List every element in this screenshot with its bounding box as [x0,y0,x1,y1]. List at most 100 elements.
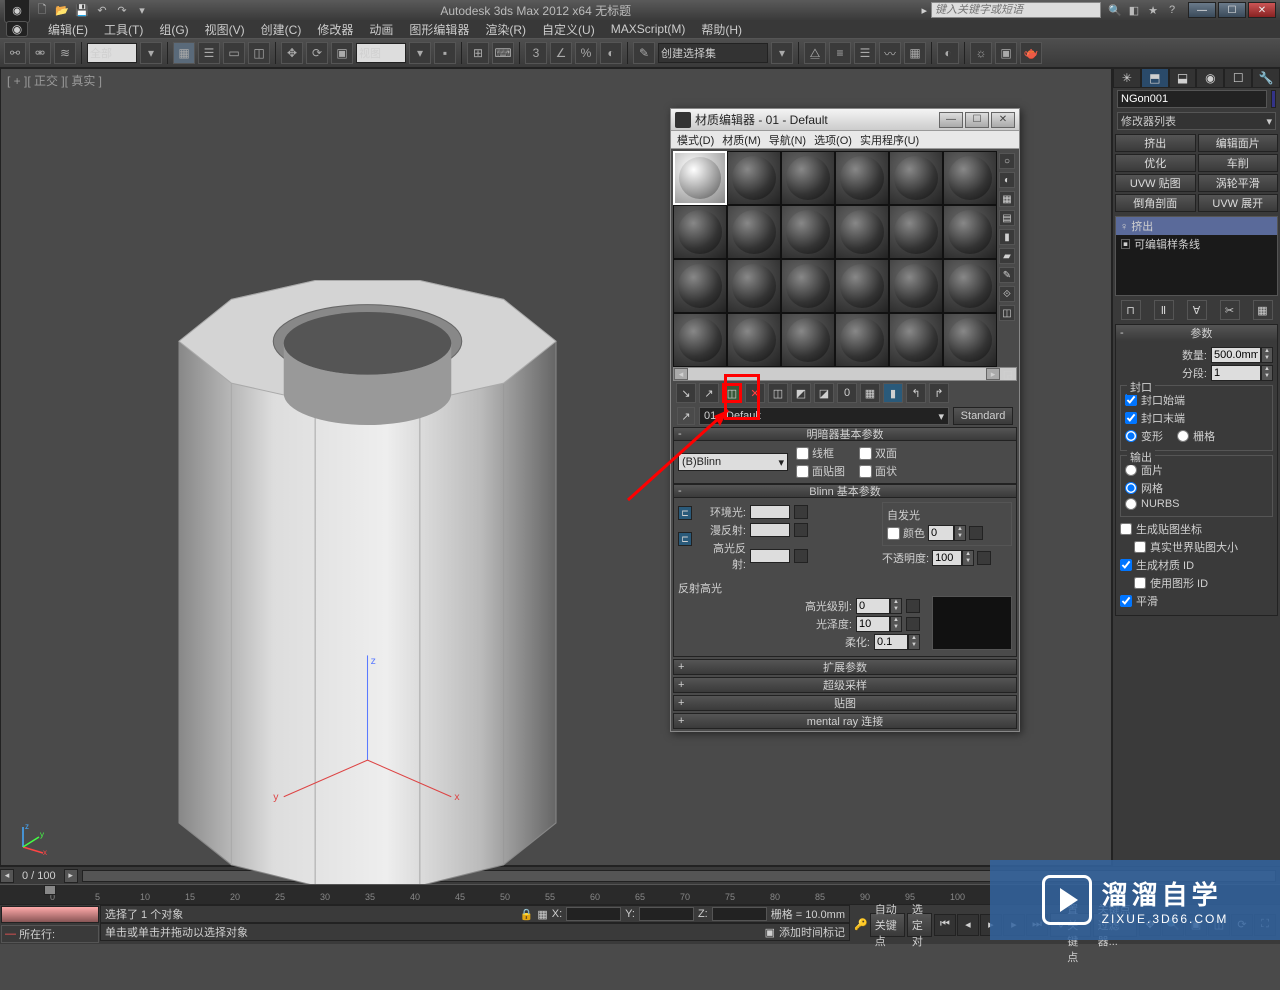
mod-btn-uvwmap[interactable]: UVW 贴图 [1115,174,1196,192]
ambient-lock-icon[interactable]: ⊏ [678,506,692,520]
select-name-icon[interactable]: ☰ [198,42,220,64]
rollout-extended[interactable]: +扩展参数 [673,659,1017,675]
sample-slot[interactable] [943,313,997,367]
sample-type-icon[interactable]: ○ [999,153,1015,169]
mod-btn-optimize[interactable]: 优化 [1115,154,1196,172]
rotate-icon[interactable]: ⟳ [306,42,328,64]
time-slider-handle[interactable] [44,885,56,895]
named-sel-combo[interactable]: 创建选择集 [658,43,768,63]
prev-frame-icon[interactable]: ◂ [957,914,979,936]
menu-group[interactable]: 组(G) [159,21,188,38]
menu-customize[interactable]: 自定义(U) [542,21,595,38]
maximize-button[interactable]: ☐ [1218,2,1246,18]
tab-modify-icon[interactable]: ⬒ [1141,68,1169,88]
rollout-supersampling[interactable]: +超级采样 [673,677,1017,693]
self-illum-map-button[interactable] [969,526,983,540]
menu-rendering[interactable]: 渲染(R) [485,21,526,38]
open-icon[interactable]: 📂 [54,2,70,18]
make-unique-icon[interactable]: ◩ [791,383,811,403]
render-icon[interactable]: 🫖 [1020,42,1042,64]
link-icon[interactable]: ⚯ [4,42,26,64]
make-copy-icon[interactable]: ◫ [768,383,788,403]
sample-slot[interactable] [835,259,889,313]
tab-utilities-icon[interactable]: 🔧 [1252,68,1280,88]
mat-menu-material[interactable]: 材质(M) [722,132,761,148]
make-unique-icon[interactable]: ∀ [1187,300,1207,320]
backlight-icon[interactable]: ◐ [999,172,1015,188]
rollout-header[interactable]: -参数 [1116,325,1277,341]
stack-item-editspline[interactable]: ▣ 可编辑样条线 [1116,235,1277,253]
tab-hierarchy-icon[interactable]: ⬓ [1169,68,1197,88]
mirror-icon[interactable]: ⧋ [804,42,826,64]
options-icon[interactable]: ✎ [999,267,1015,283]
show-end-result-icon[interactable]: ▮ [883,383,903,403]
bind-icon[interactable]: ≋ [54,42,76,64]
blinn-rollout-header[interactable]: -Blinn 基本参数 [673,484,1017,498]
scale-icon[interactable]: ▣ [331,42,353,64]
percent-snap-icon[interactable]: % [575,42,597,64]
mat-close-button[interactable]: ✕ [991,112,1015,128]
sample-slot[interactable] [673,259,727,313]
shader-rollout-header[interactable]: -明暗器基本参数 [673,427,1017,441]
search-icon[interactable]: 🔍 [1107,2,1123,18]
sample-slot[interactable] [673,313,727,367]
segs-spinner[interactable]: ▲▼ [1211,365,1273,381]
nurbs-radio[interactable] [1125,498,1137,510]
opacity-spinner[interactable]: ▲▼ [932,550,974,566]
sel-set-button[interactable]: 选定对 [907,913,932,937]
close-button[interactable]: ✕ [1248,2,1276,18]
combo-arrow-icon[interactable]: ▾ [771,42,793,64]
stack-item-extrude[interactable]: ♀ 挤出 [1116,217,1277,235]
render-frame-icon[interactable]: ▣ [995,42,1017,64]
background-icon[interactable]: ▦ [999,191,1015,207]
schematic-icon[interactable]: ▦ [904,42,926,64]
mat-maximize-button[interactable]: ☐ [965,112,989,128]
mod-btn-uvwunwrap[interactable]: UVW 展开 [1198,194,1279,212]
info-arrow-icon[interactable]: ▸ [921,4,927,17]
sample-slot[interactable] [943,205,997,259]
two-sided-checkbox[interactable] [859,447,872,460]
add-time-tag[interactable]: 添加时间标记 [779,924,845,940]
material-type-button[interactable]: Standard [953,407,1013,425]
mat-minimize-button[interactable]: — [939,112,963,128]
mod-btn-turbosmooth[interactable]: 涡轮平滑 [1198,174,1279,192]
align-icon[interactable]: ≡ [829,42,851,64]
remove-mod-icon[interactable]: ✂ [1220,300,1240,320]
mod-btn-bevelprofile[interactable]: 倒角剖面 [1115,194,1196,212]
help-icon[interactable]: ? [1164,2,1180,18]
goto-start-icon[interactable]: ⏮ [934,914,956,936]
mat-menu-nav[interactable]: 导航(N) [769,132,806,148]
sample-slot[interactable] [781,151,835,205]
go-forward-icon[interactable]: ↱ [929,383,949,403]
show-in-viewport-icon[interactable]: ▦ [860,383,880,403]
menu-grapheditors[interactable]: 图形编辑器 [409,21,469,38]
ambient-color-swatch[interactable] [750,505,790,519]
mat-menu-options[interactable]: 选项(O) [814,132,852,148]
smooth-checkbox[interactable] [1120,595,1132,607]
snap-icon[interactable]: 3 [525,42,547,64]
key-icon[interactable]: 🔑 [854,918,868,931]
window-crossing-icon[interactable]: ◫ [248,42,270,64]
diffuse-color-swatch[interactable] [750,523,790,537]
tab-display-icon[interactable]: ☐ [1224,68,1252,88]
new-icon[interactable]: 🗋 [34,2,50,18]
sample-slot[interactable] [781,205,835,259]
sample-slot[interactable] [943,151,997,205]
app-menu-icon[interactable]: ◉ [6,21,28,37]
sample-slot[interactable] [673,151,727,205]
menu-create[interactable]: 创建(C) [261,21,302,38]
unlink-icon[interactable]: ⚮ [29,42,51,64]
scroll-left-icon[interactable]: ◂ [674,368,688,380]
layers-icon[interactable]: ☰ [854,42,876,64]
z-input[interactable] [712,907,767,921]
redo-icon[interactable]: ↷ [114,2,130,18]
sample-slot[interactable] [943,259,997,313]
spinner-snap-icon[interactable]: ◐ [600,42,622,64]
pivot-icon[interactable]: ▪ [434,42,456,64]
cap-start-checkbox[interactable] [1125,394,1137,406]
use-shapeid-checkbox[interactable] [1134,577,1146,589]
selection-filter-combo[interactable]: 全部 [87,43,137,63]
auto-key-button[interactable]: 自动关键点 [870,913,905,937]
scroll-right-icon[interactable]: ▸ [986,368,1000,380]
select-object-icon[interactable]: ▦ [173,42,195,64]
